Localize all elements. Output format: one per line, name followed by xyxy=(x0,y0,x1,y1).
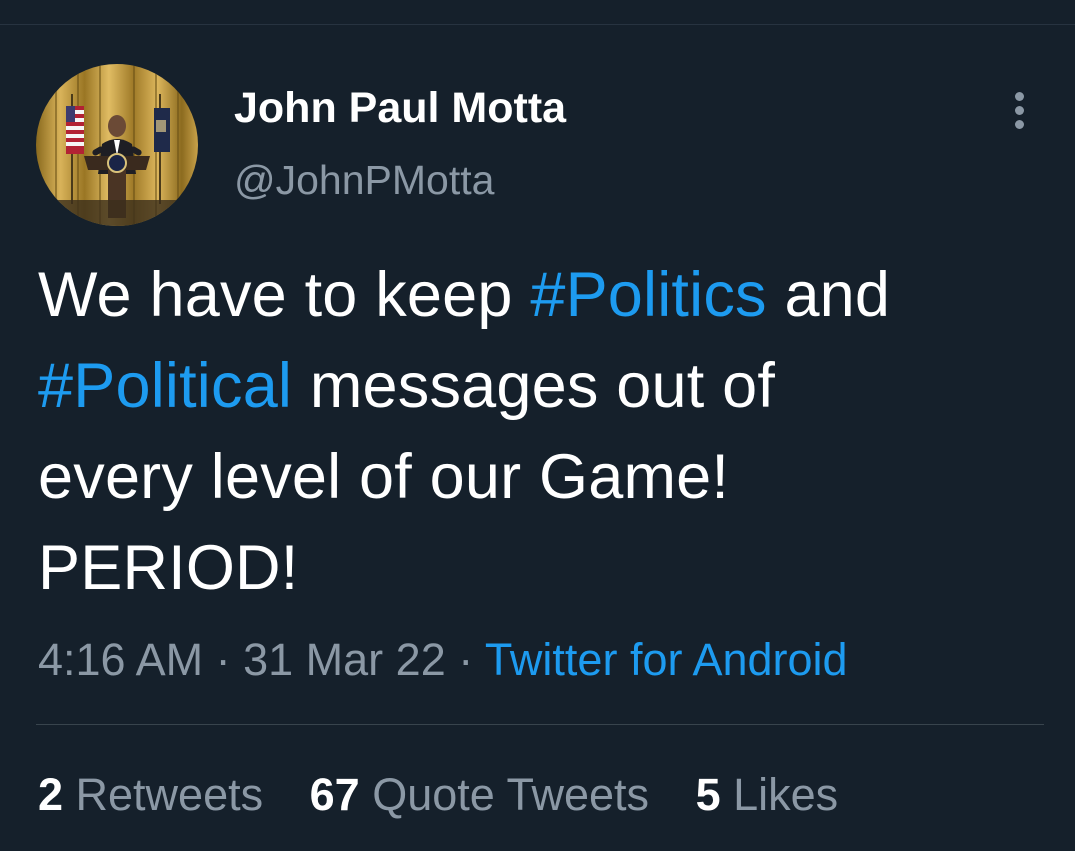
stats-divider xyxy=(36,724,1044,725)
likes-label: Likes xyxy=(720,769,839,820)
tweet-line: PERIOD! xyxy=(38,523,1048,614)
hashtag-link[interactable]: #Political xyxy=(38,351,292,421)
quote-tweets-stat[interactable]: 67 Quote Tweets xyxy=(310,769,649,820)
more-vertical-icon xyxy=(1015,92,1024,101)
profile-photo-icon xyxy=(36,64,198,226)
hashtag-link[interactable]: #Politics xyxy=(530,260,766,330)
author-display-name[interactable]: John Paul Motta xyxy=(234,82,566,134)
tweet-text-segment: and xyxy=(766,260,891,330)
tweet-time[interactable]: 4:16 AM xyxy=(38,634,203,685)
meta-separator: · xyxy=(445,634,485,685)
meta-separator: · xyxy=(203,634,244,685)
tweet-stats: 2 Retweets 67 Quote Tweets 5 Likes xyxy=(38,765,838,825)
retweets-count: 2 xyxy=(38,769,64,820)
tweet-text-segment: messages out of xyxy=(292,351,776,421)
quote-tweets-label: Quote Tweets xyxy=(359,769,650,820)
more-vertical-icon-dot xyxy=(1015,106,1024,115)
likes-stat[interactable]: 5 Likes xyxy=(696,769,839,820)
tweet-source-link[interactable]: Twitter for Android xyxy=(485,634,848,685)
top-divider xyxy=(0,24,1075,25)
retweets-label: Retweets xyxy=(63,769,264,820)
tweet-meta: 4:16 AM · 31 Mar 22 · Twitter for Androi… xyxy=(38,630,848,690)
more-options-button[interactable] xyxy=(1000,88,1040,132)
author-avatar[interactable] xyxy=(36,64,198,226)
tweet-text: We have to keep #Politics and #Political… xyxy=(38,250,1048,614)
tweet-text-segment: PERIOD! xyxy=(38,533,299,603)
tweet-date[interactable]: 31 Mar 22 xyxy=(243,634,446,685)
tweet-line: We have to keep #Politics and xyxy=(38,250,1048,341)
author-handle[interactable]: @JohnPMotta xyxy=(234,154,494,206)
tweet-text-segment: every level of our Game! xyxy=(38,442,730,512)
more-vertical-icon-dot xyxy=(1015,120,1024,129)
tweet-text-segment: We have to keep xyxy=(38,260,531,330)
likes-count: 5 xyxy=(695,769,721,820)
retweets-stat[interactable]: 2 Retweets xyxy=(38,769,263,820)
quote-tweets-count: 67 xyxy=(309,769,360,820)
tweet-line: #Political messages out of xyxy=(38,341,1048,432)
tweet-line: every level of our Game! xyxy=(38,432,1048,523)
